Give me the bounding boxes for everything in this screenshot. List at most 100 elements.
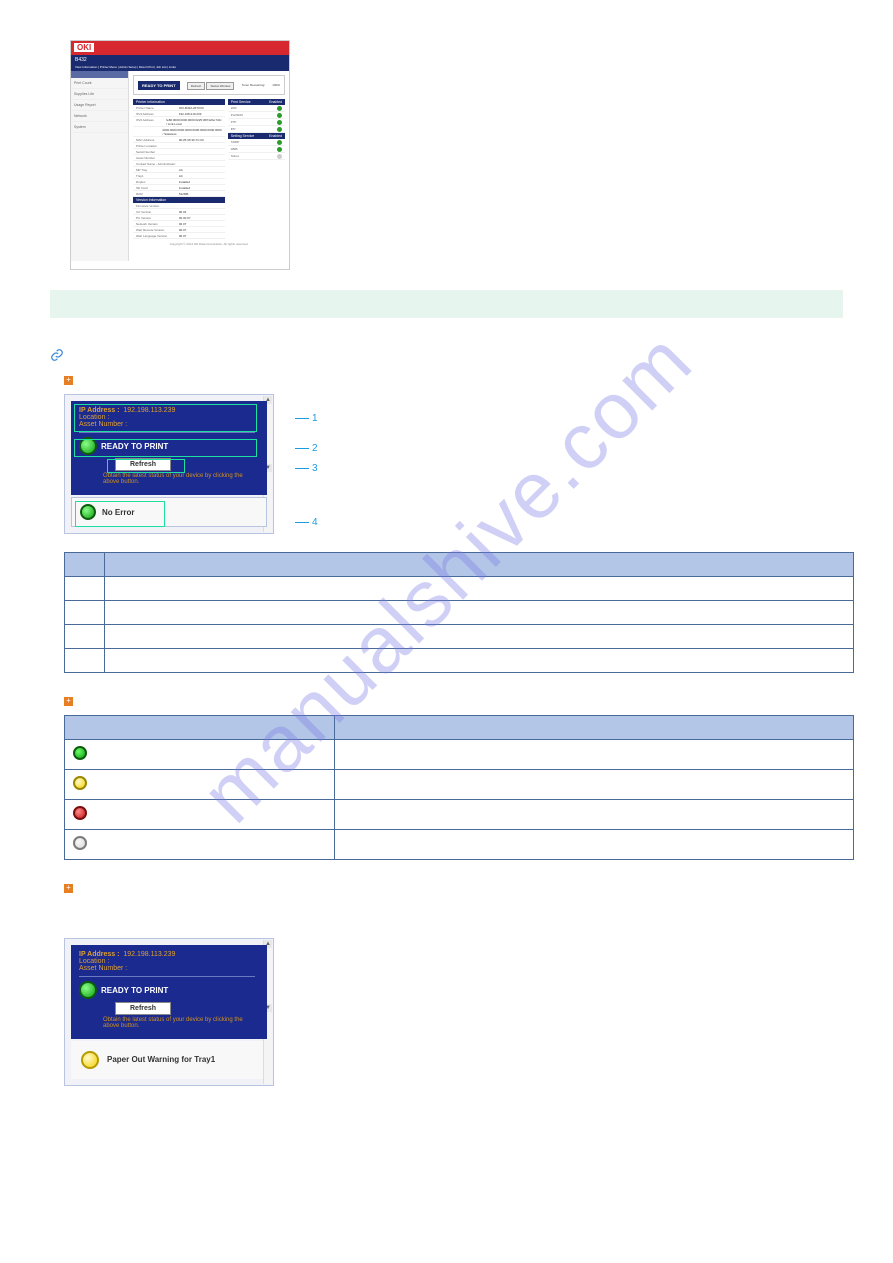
info-val: Installed (179, 180, 222, 184)
info-key: Contact Name - Administrator (136, 162, 179, 166)
info-val: 00.03 (179, 210, 222, 214)
hint-text: Obtain the latest status of your device … (79, 1015, 255, 1033)
callout-table: No. Item 1 2 3 4 (64, 552, 854, 673)
callout-box-4 (75, 501, 165, 527)
info-key: SD Card (136, 186, 179, 190)
status-lamp-icon (79, 981, 97, 999)
info-key: IPv4 Address (136, 112, 179, 116)
info-key: PU Version (136, 216, 179, 220)
status-dot-icon (277, 106, 282, 111)
info-key: Serial Number (136, 150, 179, 154)
info-key: RAM (136, 192, 179, 196)
table-row (65, 830, 854, 860)
yellow-lamp-icon (73, 776, 87, 790)
th-description: Description (335, 716, 854, 740)
plus-icon: + (64, 884, 73, 893)
ready-badge: READY TO PRINT (138, 81, 180, 90)
table-row (65, 770, 854, 800)
info-key: Firmware Version (136, 204, 179, 208)
info-key: Printer Location (136, 144, 179, 148)
callout-num: 2 (312, 443, 318, 454)
service-row: Port9100 (228, 112, 285, 119)
info-val: A4 (179, 174, 222, 178)
asset-row: Asset Number : (79, 965, 255, 972)
location-row: Location : (79, 958, 255, 965)
status-panel: READY TO PRINT Refresh Status Window Ton… (133, 75, 285, 95)
warning-lamp-icon (81, 1051, 99, 1069)
table-row (65, 800, 854, 830)
table-row (65, 740, 854, 770)
callout-box-2 (74, 439, 257, 457)
status-dot-icon (277, 120, 282, 125)
info-val: 0000:0000:0000:0000:0000:0000:0000:0000 … (162, 128, 221, 136)
refresh-button[interactable]: Refresh (115, 1002, 171, 1015)
plus-icon: + (64, 376, 73, 385)
warning-text: Paper Out Warning for Tray1 (107, 1055, 215, 1065)
callout-box-3 (107, 459, 185, 473)
indicator-table: Indicator Description (64, 715, 854, 860)
info-val: 00.07 (179, 234, 222, 238)
th-item: Item (105, 553, 854, 577)
info-val: 00:25:36:36:7C:0C (179, 138, 222, 142)
service-row: FTP (228, 119, 285, 126)
ip-row: IP Address : 192.198.113.239 (79, 951, 255, 958)
info-val (179, 150, 222, 154)
info-val: 512MB (179, 192, 222, 196)
service-row: LPR (228, 105, 285, 112)
info-val: 00.00.07 (179, 216, 222, 220)
copyright: Copyright © 2014 Oki Data Corporation. A… (133, 239, 285, 246)
sidebar-header (71, 71, 128, 78)
section-printer-alert: + Printer Alert (64, 695, 843, 707)
info-val (179, 156, 222, 160)
table-row: 4 (65, 649, 854, 673)
info-val (179, 162, 222, 166)
sidebar-item: Usage Report (71, 100, 128, 111)
note-bar (50, 290, 843, 318)
info-key: Printer Name (136, 106, 179, 110)
toner-remaining-value: 100% (272, 83, 280, 87)
info-val (179, 144, 222, 148)
info-val: 00.07 (179, 228, 222, 232)
status-window-screenshot: ▲ ▼ IP Address : 192.198.113.239 Locatio… (64, 394, 274, 534)
section-alert-example: + Alert Display Example (64, 882, 843, 894)
info-val: A4 (179, 168, 222, 172)
toner-remaining-label: Toner Remaining: (242, 83, 266, 87)
info-val (179, 204, 222, 208)
status-window-button[interactable]: Status Window (206, 82, 234, 90)
callout-num: 3 (312, 463, 318, 474)
model-bar: B432 (71, 55, 289, 65)
no-error-panel: No Error (71, 497, 267, 527)
info-key: Web Language Version (136, 234, 179, 238)
sidebar-item: Network (71, 111, 128, 122)
status-dot-icon (277, 127, 282, 132)
oki-logo: OKI (74, 43, 94, 52)
th-indicator: Indicator (65, 716, 335, 740)
table-row: 2 (65, 601, 854, 625)
sidebar: Print Count Supplies Life Usage Report N… (71, 71, 129, 261)
status-dot-icon (277, 140, 282, 145)
status-dot-icon (277, 113, 282, 118)
info-key: Asset Number (136, 156, 179, 160)
info-val: fe80:0000:0000:0000:0225:36ff:fe8a:7c0c … (166, 118, 222, 126)
callout-num: 1 (312, 413, 318, 424)
info-key: MAC Address (136, 138, 179, 142)
info-key: Network Version (136, 222, 179, 226)
web-page-screenshot: OKI B432 View Information | Printer Menu… (70, 40, 290, 270)
gray-lamp-icon (73, 836, 87, 850)
info-val: 192.168.219.239 (179, 112, 222, 116)
callout-box-1 (74, 404, 257, 432)
green-lamp-icon (73, 746, 87, 760)
info-val: OKI-B432-267C0C (179, 106, 222, 110)
info-key: Web Remote Version (136, 228, 179, 232)
red-lamp-icon (73, 806, 87, 820)
th-no: No. (65, 553, 105, 577)
info-key: Duplex (136, 180, 179, 184)
service-row: IPP (228, 126, 285, 133)
refresh-button[interactable]: Refresh (187, 82, 206, 90)
table-row: 1 (65, 577, 854, 601)
info-val: Installed (179, 186, 222, 190)
service-row: Telnet (228, 153, 285, 160)
service-row: WEB (228, 146, 285, 153)
link-icon (50, 348, 64, 362)
hint-text: Obtain the latest status of your device … (79, 471, 255, 489)
